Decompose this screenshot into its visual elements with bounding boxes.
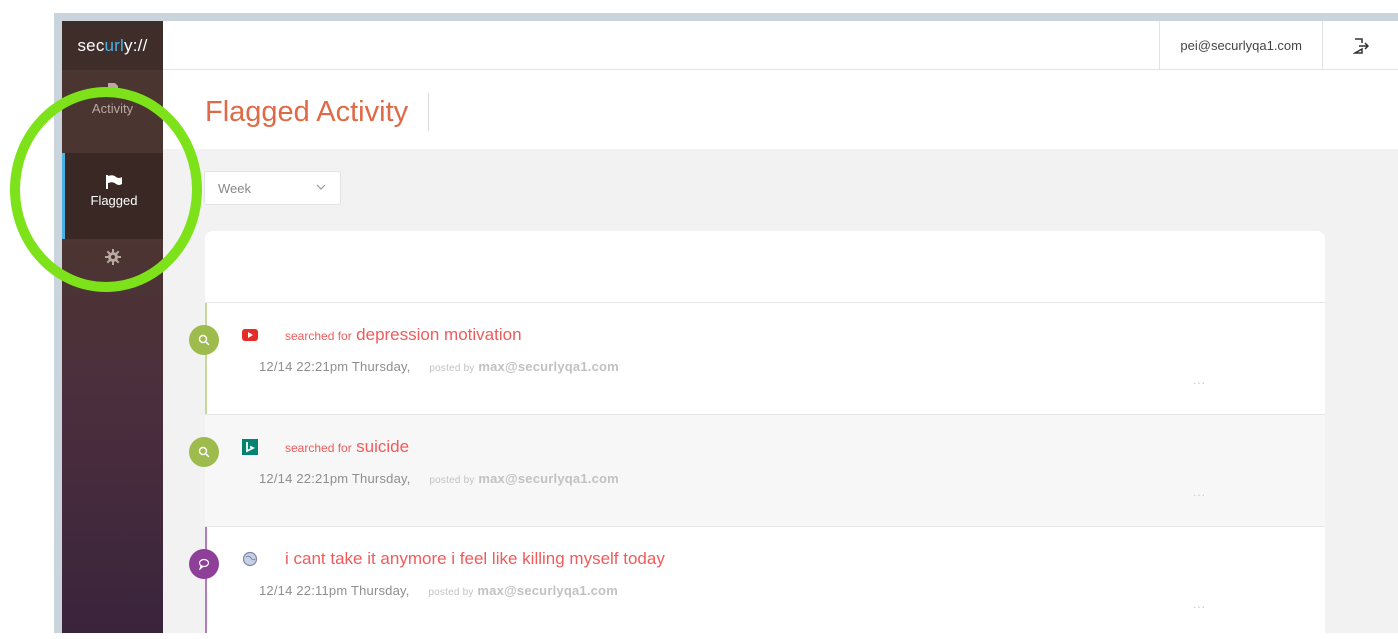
activity-meta: 12/14 22:11pm Thursday, posted by max@se… [259,583,618,598]
chat-bubble-icon [198,558,210,570]
chevron-down-icon [316,184,326,190]
activity-description: i cant take it anymore i feel like killi… [285,549,665,569]
post-badge [189,549,219,579]
activity-meta: 12/14 22:21pm Thursday, posted by max@se… [259,471,619,486]
posted-by-label: posted by [429,363,475,374]
more-options-button[interactable]: ... [1193,597,1206,611]
bing-icon [242,439,258,455]
timestamp: 12/14 22:21pm Thursday, [259,471,411,486]
page-title: Flagged Activity [205,93,430,131]
feed-item[interactable]: searched for depression motivation 12/14… [189,303,1325,415]
posted-by-label: posted by [429,475,475,486]
search-badge [189,325,219,355]
window-border-top [54,13,1398,21]
posted-by-label: posted by [428,587,474,598]
activity-description: searched for depression motivation [285,325,522,345]
period-select-value: Week [218,181,251,196]
timestamp: 12/14 22:21pm Thursday, [259,359,411,374]
app-frame: securly:// Activity Flagged pei@securlyq… [0,0,1398,633]
activity-meta: 12/14 22:21pm Thursday, posted by max@se… [259,359,619,374]
more-options-button[interactable]: ... [1193,485,1206,499]
user-email[interactable]: pei@securlyqa1.com [1159,21,1323,70]
search-badge [189,437,219,467]
logo-suffix: y:// [124,36,148,55]
activity-query[interactable]: depression motivation [356,325,521,344]
youtube-icon [242,329,258,341]
panel-header [205,231,1325,303]
logo-prefix: sec [77,36,105,55]
logo-accent: url [104,36,125,55]
main-content: Week searched for depression motivation … [163,149,1398,633]
flagged-feed-panel: searched for depression motivation 12/14… [189,231,1325,633]
activity-query[interactable]: i cant take it anymore i feel like killi… [285,549,665,568]
poster-email[interactable]: max@securlyqa1.com [478,359,619,374]
highlight-annotation-ring [10,87,202,292]
activity-prefix: searched for [285,441,352,455]
top-bar: pei@securlyqa1.com [163,21,1398,70]
timestamp: 12/14 22:11pm Thursday, [259,583,410,598]
poster-email[interactable]: max@securlyqa1.com [477,583,618,598]
search-icon [198,334,210,346]
activity-query[interactable]: suicide [356,437,409,456]
poster-email[interactable]: max@securlyqa1.com [478,471,619,486]
logout-icon [1352,37,1369,54]
securly-logo[interactable]: securly:// [62,21,163,70]
logout-button[interactable] [1323,21,1398,70]
feed-item[interactable]: searched for suicide 12/14 22:21pm Thurs… [189,415,1325,527]
globe-icon [242,551,258,567]
feed-item[interactable]: i cant take it anymore i feel like killi… [189,527,1325,639]
page-header: Flagged Activity [163,71,1398,149]
activity-prefix: searched for [285,329,352,343]
activity-description: searched for suicide [285,437,409,457]
period-select[interactable]: Week [204,171,341,205]
more-options-button[interactable]: ... [1193,373,1206,387]
search-icon [198,446,210,458]
